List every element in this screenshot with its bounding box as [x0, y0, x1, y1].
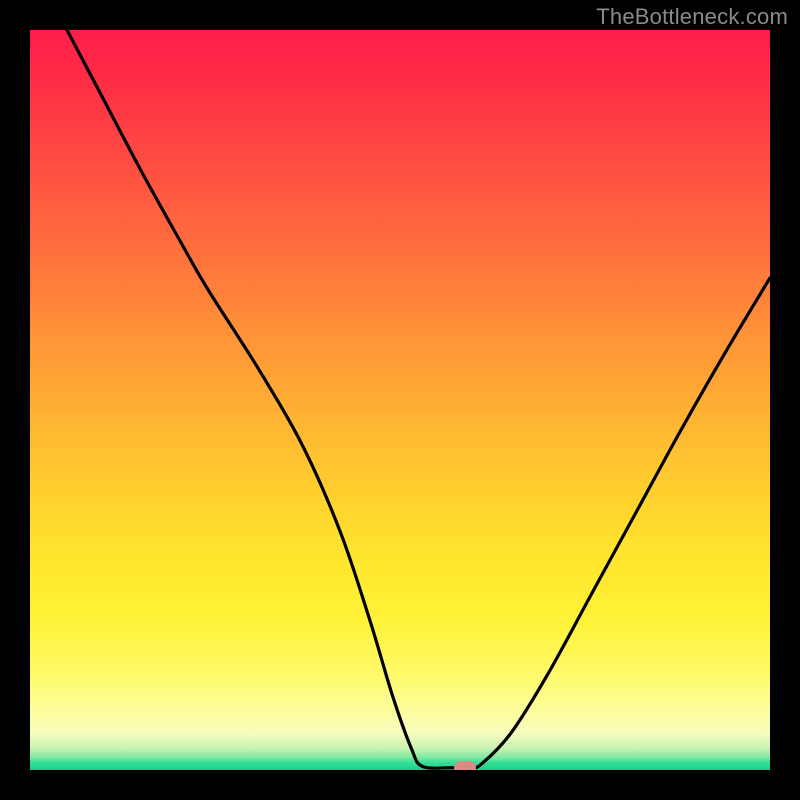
bottleneck-curve: [30, 30, 770, 770]
plot-area: [30, 30, 770, 770]
chart-container: TheBottleneck.com: [0, 0, 800, 800]
minimum-marker: [454, 761, 476, 770]
watermark-text: TheBottleneck.com: [596, 4, 788, 30]
